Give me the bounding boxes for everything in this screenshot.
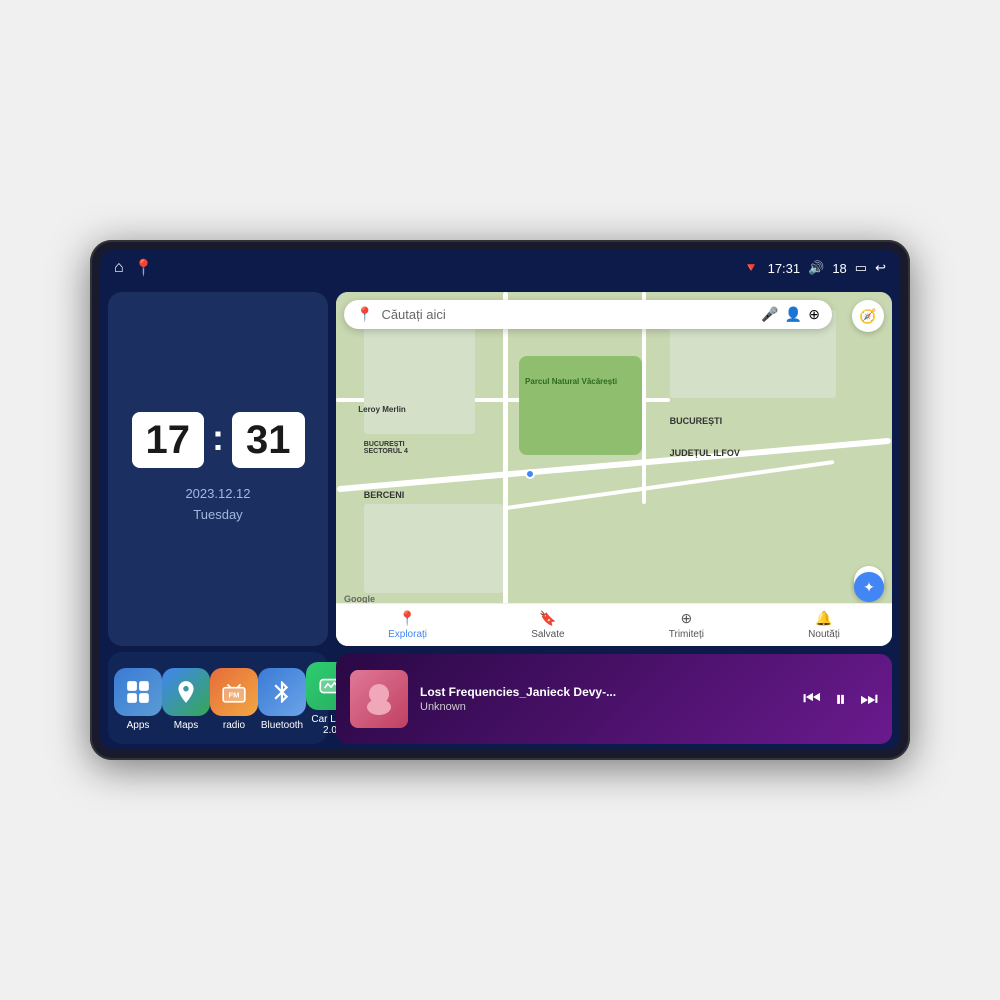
- map-search-text[interactable]: Căutați aici: [381, 307, 753, 322]
- map-widget[interactable]: TRAPEZULUI BUCUREȘTI JUDEȚUL ILFOV BERCE…: [336, 292, 892, 646]
- map-nav-explore[interactable]: 📍 Explorați: [388, 610, 427, 640]
- status-time: 17:31: [768, 261, 801, 276]
- svg-text:FM: FM: [229, 690, 240, 699]
- microphone-icon[interactable]: 🎤: [761, 306, 778, 323]
- music-info: Lost Frequencies_Janieck Devy-... Unknow…: [420, 685, 791, 713]
- music-album-art: [350, 670, 408, 728]
- app-item-apps[interactable]: Apps: [114, 668, 162, 731]
- signal-icon: 🔻: [743, 260, 759, 276]
- volume-icon: 🔊: [808, 260, 824, 276]
- back-icon[interactable]: ↩: [875, 260, 886, 276]
- clock-widget: 17 : 31 2023.12.12 Tuesday: [108, 292, 328, 646]
- map-navigate-button[interactable]: ✦: [854, 572, 884, 602]
- maps-pin-icon: 📍: [356, 306, 373, 323]
- account-icon[interactable]: 👤: [785, 306, 802, 323]
- status-right: 🔻 17:31 🔊 18 ▭ ↩: [743, 260, 886, 276]
- play-pause-button[interactable]: ⏸: [835, 686, 846, 712]
- music-controls: ⏮ ⏸ ⏭: [803, 686, 878, 712]
- saved-icon: 🔖: [539, 610, 556, 627]
- next-button[interactable]: ⏭: [860, 688, 878, 711]
- map-bottom-nav: 📍 Explorați 🔖 Salvate ⊕ Trimiteți 🔔: [336, 603, 892, 646]
- app-item-bluetooth[interactable]: Bluetooth: [258, 668, 306, 731]
- radio-icon: FM: [210, 668, 258, 716]
- map-search-icons: 🎤 👤 ⊕: [761, 306, 820, 323]
- map-search-bar[interactable]: 📍 Căutați aici 🎤 👤 ⊕: [344, 300, 832, 329]
- album-art-image: [350, 670, 408, 728]
- location-icon[interactable]: 📍: [134, 258, 154, 278]
- app-item-radio[interactable]: FM radio: [210, 668, 258, 731]
- music-widget: Lost Frequencies_Janieck Devy-... Unknow…: [336, 654, 892, 744]
- apps-row: Apps Maps: [108, 652, 328, 744]
- battery-level: 18: [832, 261, 846, 276]
- news-label: Noutăți: [808, 629, 840, 640]
- music-title: Lost Frequencies_Janieck Devy-...: [420, 685, 791, 699]
- bluetooth-icon: [258, 668, 306, 716]
- device: ⌂ 📍 🔻 17:31 🔊 18 ▭ ↩ 17 :: [90, 240, 910, 760]
- saved-label: Salvate: [531, 629, 564, 640]
- compass-icon: 🧭: [859, 308, 876, 325]
- map-nav-news[interactable]: 🔔 Noutăți: [808, 610, 840, 640]
- map-nav-send[interactable]: ⊕ Trimiteți: [669, 610, 704, 640]
- right-panel: TRAPEZULUI BUCUREȘTI JUDEȚUL ILFOV BERCE…: [336, 292, 892, 744]
- home-icon[interactable]: ⌂: [114, 259, 124, 277]
- status-bar: ⌂ 📍 🔻 17:31 🔊 18 ▭ ↩: [100, 250, 900, 286]
- device-screen: ⌂ 📍 🔻 17:31 🔊 18 ▭ ↩ 17 :: [100, 250, 900, 750]
- battery-icon: ▭: [855, 260, 867, 276]
- map-compass-button[interactable]: 🧭: [852, 300, 884, 332]
- maps-icon: [162, 668, 210, 716]
- bluetooth-label: Bluetooth: [261, 720, 303, 731]
- clock-hours: 17: [132, 412, 205, 468]
- clock-minutes: 31: [232, 412, 305, 468]
- app-item-maps[interactable]: Maps: [162, 668, 210, 731]
- send-label: Trimiteți: [669, 629, 704, 640]
- explore-label: Explorați: [388, 629, 427, 640]
- maps-label: Maps: [174, 720, 198, 731]
- left-panel: 17 : 31 2023.12.12 Tuesday: [108, 292, 328, 744]
- map-nav-saved[interactable]: 🔖 Salvate: [531, 610, 564, 640]
- clock-date: 2023.12.12 Tuesday: [185, 484, 250, 526]
- status-left: ⌂ 📍: [114, 258, 154, 278]
- map-location-marker: [525, 469, 535, 479]
- prev-button[interactable]: ⏮: [803, 688, 821, 711]
- apps-label: Apps: [127, 720, 150, 731]
- news-icon: 🔔: [815, 610, 832, 627]
- clock-colon: :: [212, 417, 224, 459]
- send-icon: ⊕: [680, 610, 692, 627]
- apps-icon: [114, 668, 162, 716]
- radio-label: radio: [223, 720, 245, 731]
- layers-icon[interactable]: ⊕: [808, 306, 820, 323]
- clock-display: 17 : 31: [132, 412, 305, 468]
- music-artist: Unknown: [420, 701, 791, 713]
- explore-icon: 📍: [399, 610, 416, 627]
- map-background: TRAPEZULUI BUCUREȘTI JUDEȚUL ILFOV BERCE…: [336, 292, 892, 646]
- main-content: 17 : 31 2023.12.12 Tuesday: [100, 286, 900, 750]
